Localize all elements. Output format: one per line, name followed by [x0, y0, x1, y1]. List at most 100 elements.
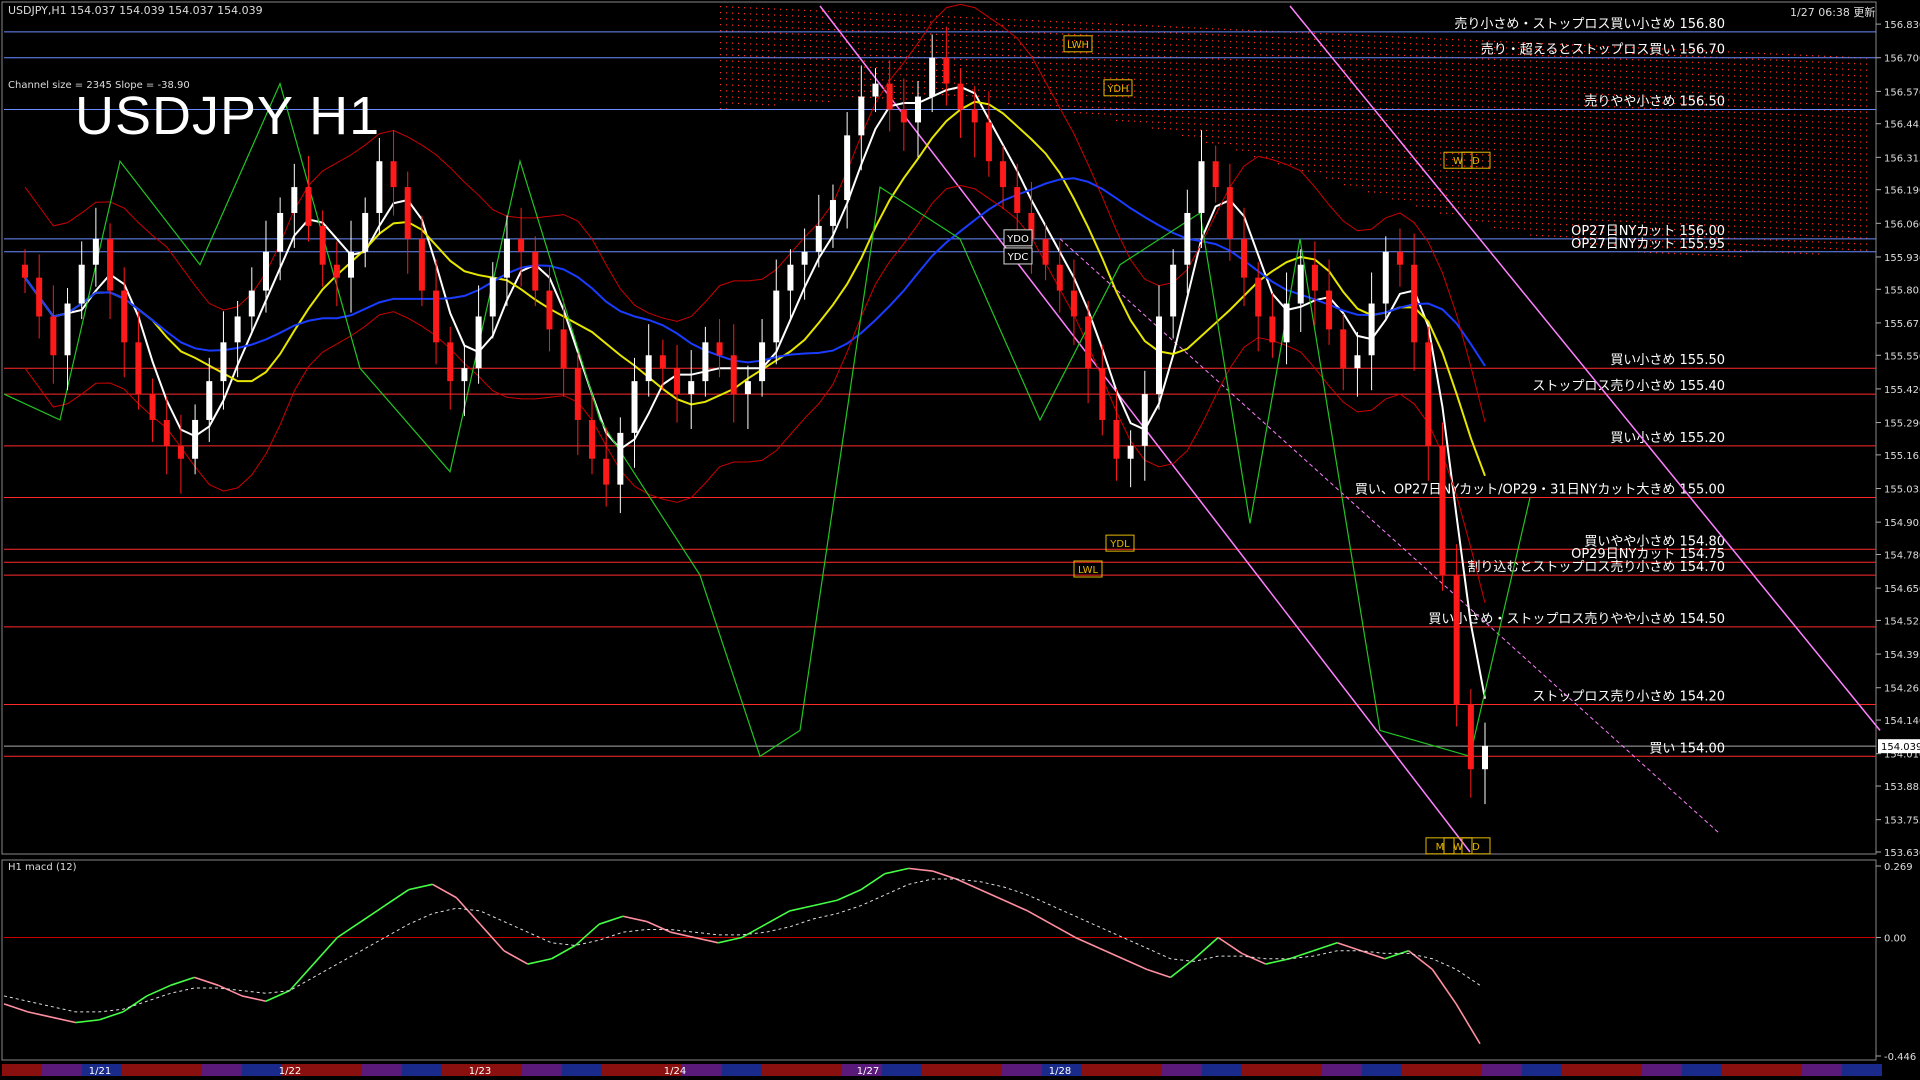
- cloud-dot: [1362, 58, 1364, 61]
- cloud-dot: [1488, 202, 1490, 204]
- cloud-dot: [1512, 137, 1514, 139]
- cloud-dot: [1416, 85, 1418, 87]
- cloud-dot: [1170, 26, 1172, 28]
- cloud-dot: [1320, 104, 1322, 107]
- cloud-dot: [1386, 173, 1388, 176]
- cloud-dot: [1740, 171, 1742, 174]
- cloud-dot: [1692, 205, 1694, 207]
- cloud-dot: [1848, 110, 1850, 112]
- cloud-dot: [1422, 205, 1424, 207]
- cloud-dot: [1218, 112, 1220, 114]
- cloud-dot: [1626, 196, 1628, 198]
- cloud-dot: [1410, 199, 1412, 201]
- cloud-dot: [1572, 122, 1574, 124]
- cloud-dot: [1632, 131, 1634, 133]
- cloud-dot: [1194, 69, 1196, 71]
- cloud-dot: [1278, 49, 1280, 51]
- cloud-dot: [1446, 212, 1448, 214]
- cloud-dot: [1362, 184, 1364, 187]
- cloud-dot: [1482, 124, 1484, 126]
- cloud-dot: [1806, 90, 1808, 93]
- cloud-dot: [1512, 221, 1514, 223]
- cloud-dot: [1470, 171, 1472, 173]
- cloud-dot: [1272, 90, 1274, 93]
- cloud-dot: [1842, 164, 1844, 166]
- cloud-dot: [1122, 48, 1124, 50]
- cloud-dot: [822, 46, 824, 48]
- cloud-dot: [1680, 73, 1682, 75]
- cloud-dot: [738, 42, 740, 45]
- cloud-dot: [1188, 75, 1190, 77]
- chart-canvas[interactable]: 売り小さめ・ストップロス買い小さめ 156.80売り・超えるとストップロス買い …: [0, 0, 1920, 1080]
- cloud-dot: [888, 25, 890, 27]
- cloud-dot: [852, 17, 854, 20]
- cloud-dot: [1824, 55, 1826, 57]
- cloud-dot: [1152, 67, 1154, 69]
- cloud-dot: [1566, 128, 1568, 130]
- cloud-dot: [1548, 151, 1550, 153]
- cloud-dot: [834, 35, 836, 37]
- cloud-dot: [978, 17, 980, 19]
- cloud-dot: [1152, 103, 1154, 105]
- cloud-dot: [1608, 123, 1610, 126]
- cloud-dot: [834, 29, 836, 31]
- cloud-dot: [1644, 221, 1646, 223]
- cloud-dot: [984, 71, 986, 74]
- cloud-dot: [1440, 44, 1442, 46]
- cloud-dot: [1680, 187, 1682, 189]
- cloud-dot: [1836, 116, 1838, 118]
- cloud-dot: [1320, 32, 1322, 35]
- cloud-dot: [1566, 206, 1568, 208]
- cloud-dot: [1416, 91, 1418, 93]
- cloud-dot: [1686, 85, 1688, 87]
- cloud-dot: [1614, 214, 1616, 216]
- cloud-dot: [1158, 121, 1160, 123]
- macd-line-segment: [432, 883, 457, 899]
- cloud-dot: [1746, 64, 1748, 66]
- cloud-dot: [1572, 158, 1574, 160]
- cloud-dot: [1494, 112, 1496, 115]
- cloud-dot: [1656, 150, 1658, 152]
- cloud-dot: [1806, 198, 1808, 201]
- cloud-dot: [1194, 45, 1196, 47]
- cloud-dot: [966, 17, 968, 19]
- cloud-dot: [1854, 237, 1856, 239]
- cloud-dot: [1572, 62, 1574, 64]
- cloud-dot: [1602, 81, 1604, 83]
- cloud-dot: [1692, 61, 1694, 63]
- cloud-dot: [1542, 96, 1544, 99]
- cloud-dot: [1206, 51, 1208, 54]
- cloud-dot: [1278, 91, 1280, 93]
- cloud-dot: [1728, 93, 1730, 95]
- cloud-dot: [1152, 79, 1154, 81]
- cloud-dot: [774, 44, 776, 46]
- cloud-dot: [1476, 40, 1478, 42]
- cloud-dot: [1800, 102, 1802, 104]
- y-tick-label: 155.420: [1884, 385, 1920, 396]
- cloud-dot: [1782, 167, 1784, 169]
- cloud-dot: [1830, 133, 1832, 136]
- cloud-dot: [1596, 201, 1598, 203]
- cloud-dot: [1410, 127, 1412, 129]
- cloud-dot: [1788, 78, 1790, 80]
- cloud-dot: [1512, 113, 1514, 115]
- cloud-dot: [798, 81, 800, 83]
- cloud-dot: [828, 64, 830, 67]
- cloud-dot: [1812, 163, 1814, 165]
- cloud-dot: [1830, 139, 1832, 142]
- cloud-dot: [1686, 199, 1688, 201]
- cloud-dot: [1806, 60, 1808, 63]
- cloud-dot: [1860, 225, 1862, 227]
- cloud-dot: [1740, 231, 1742, 234]
- cloud-dot: [954, 70, 956, 72]
- cloud-dot: [1698, 158, 1700, 160]
- cloud-dot: [1596, 189, 1598, 191]
- cloud-dot: [1698, 194, 1700, 196]
- cloud-dot: [1542, 120, 1544, 123]
- cloud-dot: [1734, 99, 1736, 101]
- cloud-dot: [1272, 156, 1274, 159]
- cloud-dot: [930, 33, 932, 35]
- cloud-dot: [1206, 111, 1208, 114]
- cloud-dot: [1278, 127, 1280, 129]
- cloud-dot: [1350, 136, 1352, 138]
